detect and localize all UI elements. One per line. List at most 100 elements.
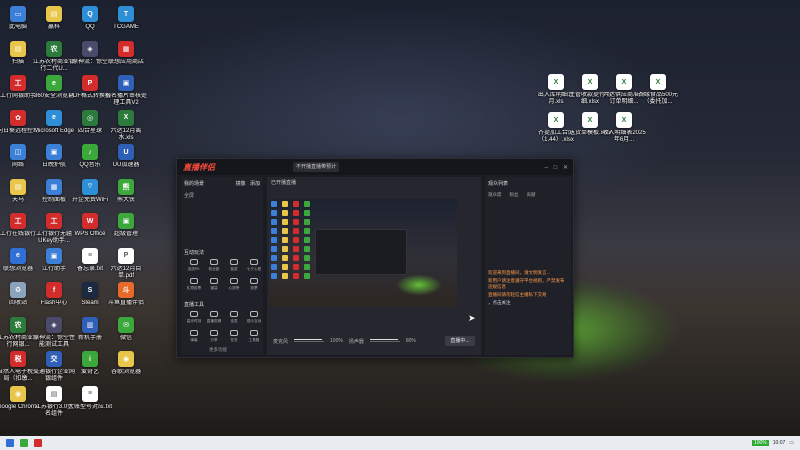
mirror-button[interactable]: 镜像 bbox=[236, 181, 246, 187]
tool-button[interactable]: 投票 bbox=[245, 278, 262, 294]
file-icon[interactable]: X 收入明细表2025年6月... bbox=[602, 108, 646, 152]
preview-icon bbox=[304, 273, 310, 279]
tool-label: 心愿榜 bbox=[228, 285, 239, 290]
tab-stream[interactable]: 不开播直播带预计 bbox=[293, 162, 340, 172]
chat-line: 欢迎来到直播间，请文明发言... bbox=[488, 270, 551, 275]
desktop-icon-label: 谷歌浏览器 bbox=[110, 369, 141, 375]
preview-icon bbox=[271, 273, 277, 279]
tool-label: 抽奖 bbox=[229, 266, 238, 271]
app-icon: ◈ bbox=[82, 40, 98, 57]
app-icon: e bbox=[46, 75, 62, 91]
tool-label: 工具箱 bbox=[248, 337, 259, 342]
tool-icon bbox=[189, 278, 198, 284]
spreadsheet-icon: X bbox=[548, 74, 564, 90]
preview-icon bbox=[282, 255, 288, 261]
left-panel: 我的场景 镜像 添加 全屏 互动玩法 连线PK 粉丝团 抽奖 七夕心愿 礼物投票 福袋 心愿… bbox=[181, 177, 263, 355]
taskbar-app-icon[interactable] bbox=[34, 439, 42, 447]
preview-icon bbox=[271, 237, 277, 243]
tab-contribution[interactable]: 贡献 bbox=[527, 192, 536, 198]
battery-indicator[interactable]: 100% bbox=[751, 440, 769, 446]
speaker-volume-value: 80% bbox=[405, 338, 416, 344]
stream-preview[interactable] bbox=[269, 199, 457, 307]
spreadsheet-icon: X bbox=[582, 74, 598, 90]
app-icon: ≡ bbox=[82, 385, 98, 402]
mic-label: 麦克风 bbox=[273, 338, 289, 345]
window-controls: – □ ✕ bbox=[545, 164, 568, 171]
audience-title: 观众列表 bbox=[488, 181, 509, 187]
title-bar[interactable]: 直播伴侣 不开播直播带预计 – □ ✕ bbox=[177, 159, 573, 175]
tool-icon bbox=[209, 259, 218, 265]
live-button[interactable]: 直播中... bbox=[445, 336, 475, 346]
tool-icon bbox=[249, 278, 258, 284]
tool-button[interactable]: 工具箱 bbox=[245, 330, 262, 346]
live-stream-window[interactable]: 直播伴侣 不开播直播带预计 – □ ✕ 我的场景 镜像 添加 全屏 互动玩法 连… bbox=[176, 158, 574, 358]
tool-button[interactable]: 心愿榜 bbox=[225, 278, 242, 294]
app-icon: ▣ bbox=[118, 213, 134, 229]
preview-icon bbox=[304, 201, 310, 207]
clock[interactable]: 10:07 bbox=[773, 440, 786, 446]
app-icon: 工 bbox=[10, 75, 26, 91]
app-icon: ✿ bbox=[10, 109, 26, 126]
preview-tab[interactable]: 已开播直播 bbox=[271, 179, 296, 186]
start-icon[interactable] bbox=[6, 439, 14, 447]
tool-label: 七夕心愿 bbox=[246, 266, 261, 271]
app-icon: P bbox=[118, 247, 134, 264]
desktop-icon-label: 微信 bbox=[119, 334, 132, 341]
preview-icon bbox=[293, 219, 299, 225]
tool-label: 连麦 bbox=[229, 318, 238, 323]
more-features[interactable]: 更多功能 bbox=[209, 347, 227, 353]
desktop-icon[interactable]: ◉ 谷歌浏览器 bbox=[104, 347, 148, 391]
section-tools-title: 直播工具 bbox=[184, 302, 205, 308]
preview-icon bbox=[271, 210, 277, 216]
tool-button[interactable]: 高光时刻 bbox=[185, 311, 202, 327]
preview-nested-window bbox=[315, 229, 407, 275]
tool-button[interactable]: 抽奖 bbox=[225, 259, 242, 275]
preview-icon bbox=[304, 228, 310, 234]
scene-item[interactable]: 全屏 bbox=[181, 190, 263, 201]
scene-mode-label[interactable]: 我的场景 bbox=[184, 180, 204, 187]
preview-area: 已开播直播 麦克风 100% 扬声器 80% 直播中... bbox=[267, 177, 481, 355]
preview-icon bbox=[293, 210, 299, 216]
chat-line: 直播间请勿轻信主播私下交易 bbox=[488, 292, 547, 297]
right-panel: 观众列表 观众席 粉丝 贡献 欢迎来到直播间，请文明发言... 新用户请注意遵守… bbox=[485, 177, 571, 355]
tool-icon bbox=[209, 311, 218, 317]
tool-label: 高光时刻 bbox=[186, 318, 201, 323]
tool-icon bbox=[229, 330, 238, 336]
minimize-icon[interactable]: – bbox=[545, 165, 548, 171]
mouse-cursor: ➤ bbox=[468, 313, 476, 323]
app-icon: ◎ bbox=[82, 109, 98, 126]
add-button[interactable]: 添加 bbox=[250, 181, 260, 187]
tool-button[interactable]: 连麦 bbox=[225, 311, 242, 327]
audience-header: 观众列表 bbox=[485, 177, 571, 190]
desktop-icon-label: 斗鱼直播伴侣 bbox=[107, 300, 144, 306]
tool-icon bbox=[229, 278, 238, 284]
tool-icon bbox=[209, 330, 218, 336]
app-icon: ♻ bbox=[10, 282, 26, 298]
tab-audience[interactable]: 观众席 bbox=[488, 192, 502, 198]
file-label: 齐缘食品500元（委托加... bbox=[637, 92, 678, 105]
preview-icon bbox=[282, 264, 288, 270]
tool-button[interactable]: 任务 bbox=[225, 330, 242, 346]
mic-volume-slider[interactable] bbox=[294, 338, 325, 342]
tool-button[interactable]: 礼物投票 bbox=[185, 278, 202, 294]
preview-icon bbox=[282, 273, 288, 279]
tool-button[interactable]: 粉丝团 bbox=[205, 259, 222, 275]
app-icon: U bbox=[118, 144, 134, 160]
close-icon[interactable]: ✕ bbox=[563, 165, 568, 171]
tool-button[interactable]: 弹幕 bbox=[185, 330, 202, 346]
taskbar-app-icon[interactable] bbox=[20, 439, 28, 447]
maximize-icon[interactable]: □ bbox=[554, 165, 558, 171]
tool-button[interactable]: 分享 bbox=[205, 330, 222, 346]
tool-button[interactable]: 观众互动 bbox=[245, 311, 262, 327]
app-icon: 斗 bbox=[118, 282, 134, 298]
preview-icon bbox=[293, 255, 299, 261]
tool-button[interactable]: 连线PK bbox=[185, 259, 202, 275]
speaker-volume-slider[interactable] bbox=[369, 338, 400, 342]
tab-fans[interactable]: 粉丝 bbox=[510, 192, 519, 198]
tool-button[interactable]: 七夕心愿 bbox=[245, 259, 262, 275]
app-icon: ▤ bbox=[46, 6, 62, 22]
notification-icon[interactable]: ▭ bbox=[789, 440, 794, 446]
tool-button[interactable]: 福袋 bbox=[205, 278, 222, 294]
preview-icon bbox=[304, 264, 310, 270]
tool-button[interactable]: 直播剪辑 bbox=[205, 311, 222, 327]
